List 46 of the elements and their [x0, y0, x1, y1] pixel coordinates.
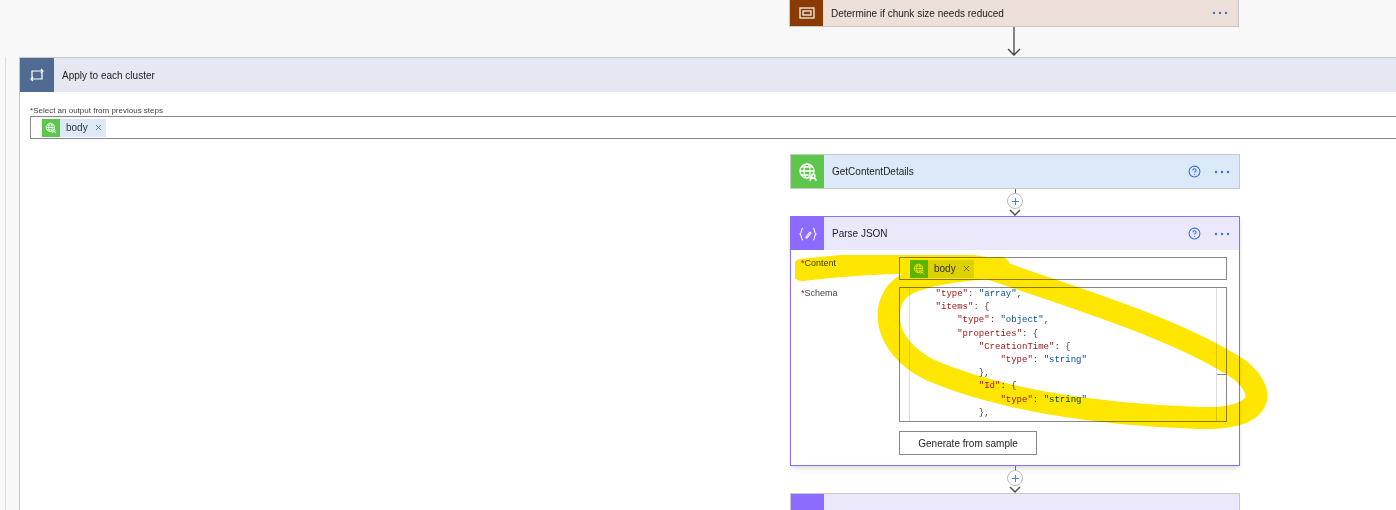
token-label: body [65, 121, 89, 135]
loop-title: Apply to each cluster [62, 68, 155, 83]
more-icon[interactable] [1212, 11, 1228, 15]
help-icon[interactable] [1188, 165, 1201, 178]
field-label: Content [804, 257, 837, 270]
help-icon[interactable] [1188, 227, 1201, 240]
input-field[interactable]: body [30, 116, 1396, 139]
code-line: "CreationTime": { [977, 340, 1071, 354]
step-card[interactable] [790, 493, 1240, 510]
add-step-button[interactable] [1007, 470, 1023, 486]
braces-icon [798, 226, 817, 241]
scope-icon [798, 7, 815, 19]
loop-icon [29, 68, 45, 82]
field-label: Select an output from previous steps [33, 105, 163, 116]
code-line: "type": "array", [934, 288, 1023, 301]
plus-icon [1009, 195, 1021, 207]
input-field[interactable]: body [899, 257, 1227, 280]
code-line: }, [977, 406, 990, 420]
code-line: "Id": { [977, 380, 1017, 394]
step-card[interactable]: Determine if chunk size needs reduced [789, 0, 1239, 27]
required-mark: * [801, 257, 805, 270]
more-icon[interactable] [1214, 231, 1230, 236]
step-title: GetContentDetails [832, 165, 914, 179]
step-card[interactable]: GetContentDetails [790, 154, 1240, 189]
required-mark: * [801, 287, 805, 300]
code-editor[interactable]: "type": "array", "items": { "type": "object", "properties": { "CreationTime": { "type": "string" }, "Id": { "type": "string" }, [899, 287, 1227, 422]
step-title: Determine if chunk size needs reduced [831, 6, 1004, 21]
field-label: Schema [804, 287, 838, 300]
code-line: "type": "string" [999, 393, 1087, 407]
globe-icon [797, 161, 818, 182]
code-line: "type": "string" [999, 354, 1087, 367]
remove-icon[interactable] [93, 123, 103, 132]
code-line: }, [977, 367, 990, 381]
token-label: body [933, 262, 957, 276]
arrow-down-icon [1007, 27, 1021, 57]
step-title: Parse JSON [832, 227, 888, 241]
plus-icon [1009, 472, 1021, 484]
add-step-button[interactable] [1007, 193, 1023, 209]
globe-icon [45, 121, 57, 134]
more-icon[interactable] [1214, 169, 1230, 174]
code-line: "type": "object", [956, 314, 1050, 328]
code-line: "properties": { [956, 327, 1039, 341]
arrow-down-icon [1009, 209, 1021, 216]
generate-button[interactable]: Generate from sample [899, 431, 1037, 455]
code-line: "items": { [934, 301, 990, 315]
arrow-down-icon [1009, 486, 1021, 493]
